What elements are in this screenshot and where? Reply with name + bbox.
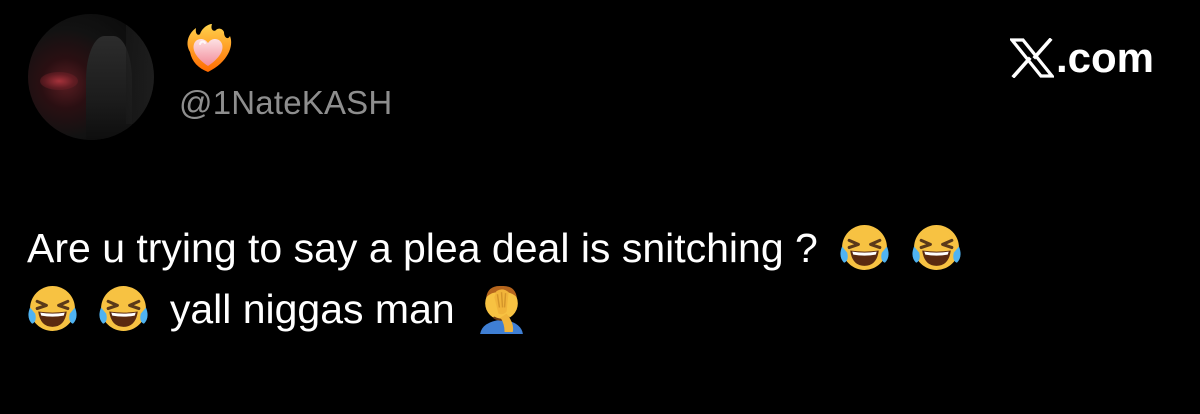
avatar-light xyxy=(40,72,78,90)
post-line-2: yall niggas man xyxy=(27,279,1167,340)
avatar[interactable] xyxy=(28,14,154,140)
watermark-domain: .com xyxy=(1055,34,1154,81)
avatar-shade xyxy=(126,24,154,124)
laughing-emoji-icon xyxy=(839,222,890,273)
laughing-emoji-icon xyxy=(27,283,78,334)
laughing-emoji-icon xyxy=(98,283,149,334)
post-text-line-1: Are u trying to say a plea deal is snitc… xyxy=(27,225,818,271)
post-line-1: Are u trying to say a plea deal is snitc… xyxy=(27,218,1167,279)
user-handle[interactable]: @1NateKASH xyxy=(179,84,392,122)
x-logo-icon xyxy=(1009,38,1054,78)
heart-on-fire-icon xyxy=(182,22,234,74)
x-com-watermark: .com xyxy=(1009,34,1154,81)
laughing-emoji-icon xyxy=(911,222,962,273)
post-body: Are u trying to say a plea deal is snitc… xyxy=(27,218,1167,340)
post-text-line-2: yall niggas man xyxy=(169,286,455,332)
facepalm-emoji-icon xyxy=(476,283,527,334)
